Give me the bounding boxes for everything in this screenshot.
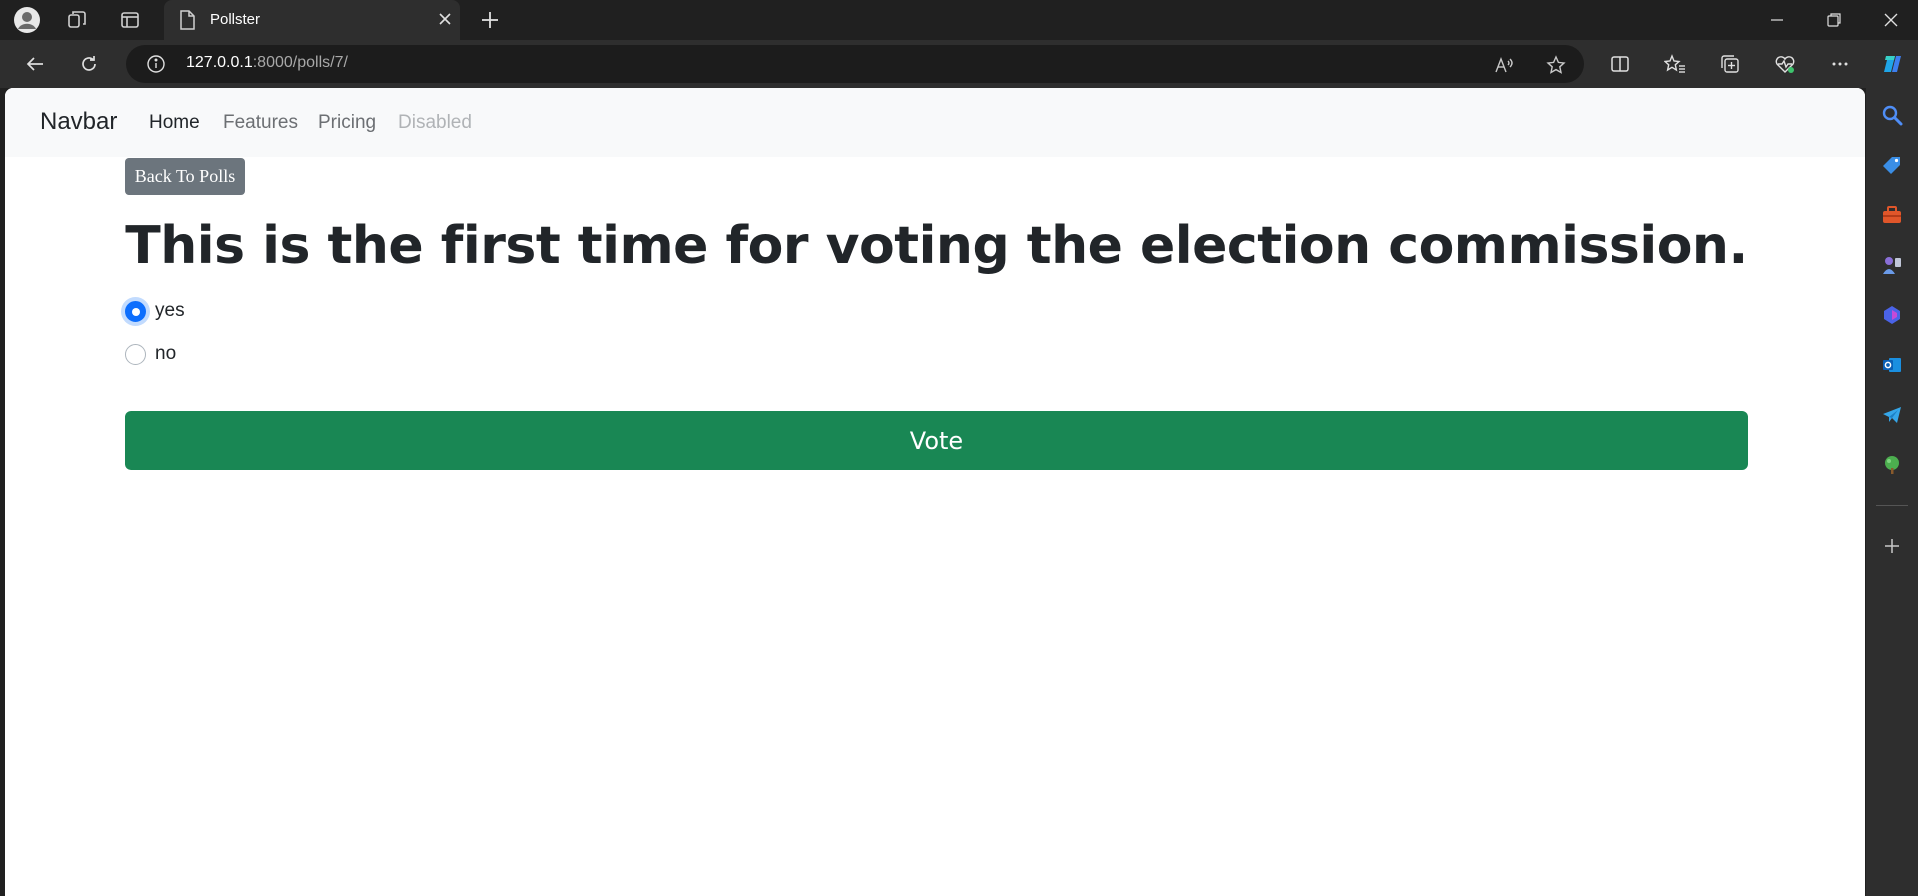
choice-no[interactable]: no bbox=[125, 343, 176, 365]
nav-link-features[interactable]: Features bbox=[223, 112, 298, 134]
title-bar: Pollster bbox=[0, 0, 1918, 40]
tools-icon[interactable] bbox=[1878, 201, 1906, 229]
address-bar[interactable]: 127.0.0.1:8000/polls/7/ bbox=[126, 45, 1584, 83]
page-icon bbox=[178, 10, 196, 35]
outlook-icon[interactable] bbox=[1878, 351, 1906, 379]
workspaces-icon[interactable] bbox=[63, 6, 91, 34]
nav-link-pricing[interactable]: Pricing bbox=[318, 112, 376, 134]
browser-essentials-icon[interactable] bbox=[1769, 48, 1801, 80]
poll-question: This is the first time for voting the el… bbox=[125, 216, 1748, 276]
more-icon[interactable] bbox=[1824, 48, 1856, 80]
nav-link-home[interactable]: Home bbox=[149, 112, 200, 134]
shopping-tag-icon[interactable] bbox=[1878, 151, 1906, 179]
collections-icon[interactable] bbox=[1714, 48, 1746, 80]
nav-link-disabled: Disabled bbox=[398, 112, 472, 133]
split-screen-icon[interactable] bbox=[1604, 48, 1636, 80]
restore-icon[interactable] bbox=[1807, 0, 1861, 40]
tab-title: Pollster bbox=[210, 11, 261, 28]
url-host: 127.0.0.1 bbox=[186, 54, 253, 71]
choice-label: yes bbox=[155, 300, 185, 321]
favorite-star-icon[interactable] bbox=[1543, 52, 1569, 78]
back-arrow-icon[interactable] bbox=[19, 48, 51, 80]
radio-yes[interactable] bbox=[125, 300, 146, 322]
url-text[interactable]: 127.0.0.1:8000/polls/7/ bbox=[186, 54, 348, 72]
read-aloud-icon[interactable] bbox=[1491, 52, 1517, 78]
microsoft-365-icon[interactable] bbox=[1878, 301, 1906, 329]
plus-icon[interactable] bbox=[476, 6, 504, 34]
add-icon[interactable] bbox=[1878, 532, 1906, 560]
tree-icon[interactable] bbox=[1878, 451, 1906, 479]
refresh-icon[interactable] bbox=[73, 48, 105, 80]
navbar-brand[interactable]: Navbar bbox=[40, 108, 117, 136]
window-close-icon[interactable] bbox=[1864, 0, 1918, 40]
browser-toolbar: 127.0.0.1:8000/polls/7/ bbox=[0, 40, 1918, 88]
sidebar-divider bbox=[1876, 505, 1908, 506]
choice-yes[interactable]: yes bbox=[125, 300, 185, 322]
copilot-icon[interactable] bbox=[1876, 48, 1908, 80]
tab-pollster[interactable] bbox=[164, 0, 460, 40]
page-viewport: Navbar Home Features Pricing Disabled Ba… bbox=[5, 88, 1865, 896]
choice-label: no bbox=[155, 343, 177, 364]
info-icon[interactable] bbox=[146, 54, 166, 79]
close-icon[interactable] bbox=[434, 8, 456, 30]
site-navbar: Navbar Home Features Pricing Disabled bbox=[5, 88, 1865, 157]
search-icon[interactable] bbox=[1878, 101, 1906, 129]
vote-button[interactable]: Vote bbox=[125, 411, 1748, 470]
edge-sidebar bbox=[1866, 88, 1918, 896]
favorites-icon[interactable] bbox=[1659, 48, 1691, 80]
url-path: :8000/polls/7/ bbox=[252, 54, 348, 71]
games-icon[interactable] bbox=[1878, 251, 1906, 279]
radio-no[interactable] bbox=[125, 343, 146, 365]
tab-actions-icon[interactable] bbox=[116, 6, 144, 34]
minimize-icon[interactable] bbox=[1750, 0, 1804, 40]
back-to-polls-button[interactable]: Back To Polls bbox=[125, 158, 245, 195]
profile-icon[interactable] bbox=[13, 6, 41, 34]
telegram-icon[interactable] bbox=[1878, 401, 1906, 429]
